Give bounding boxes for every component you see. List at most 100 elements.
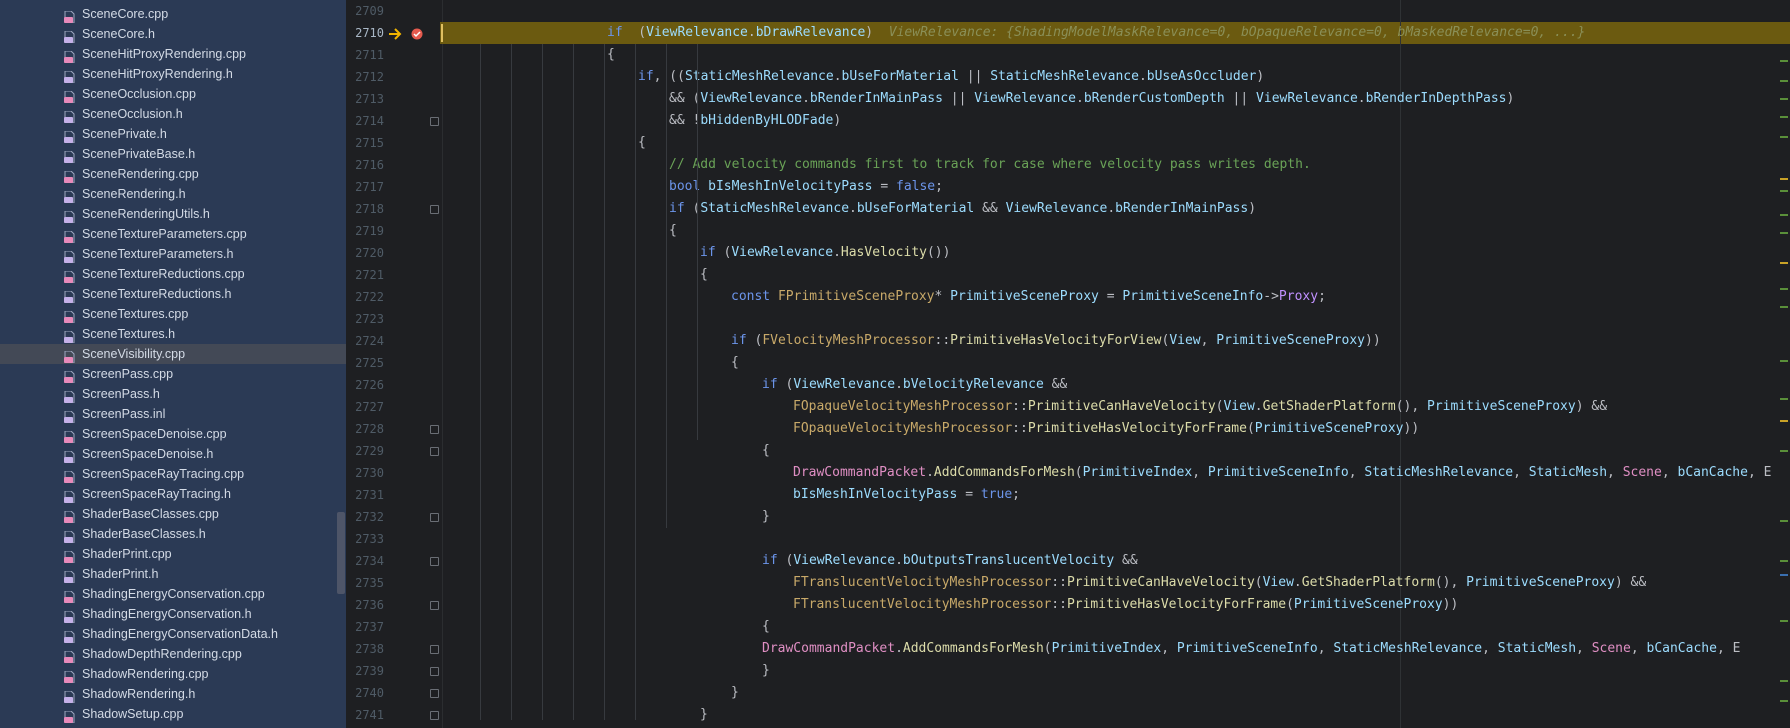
- code-line[interactable]: DrawCommandPacket.AddCommandsForMesh(Pri…: [793, 462, 1771, 484]
- file-item[interactable]: SceneTextures.cpp: [0, 304, 346, 324]
- stripe-marker[interactable]: [1780, 360, 1788, 362]
- code-line[interactable]: FTranslucentVelocityMeshProcessor::Primi…: [793, 572, 1646, 594]
- code-line[interactable]: DrawCommandPacket.AddCommandsForMesh(Pri…: [762, 638, 1740, 660]
- code-line[interactable]: FTranslucentVelocityMeshProcessor::Primi…: [793, 594, 1458, 616]
- stripe-marker[interactable]: [1780, 620, 1788, 622]
- file-item[interactable]: ShaderBaseClasses.h: [0, 524, 346, 544]
- file-item[interactable]: SceneTextureReductions.cpp: [0, 264, 346, 284]
- stripe-marker[interactable]: [1780, 520, 1788, 522]
- code-line[interactable]: }: [700, 704, 708, 726]
- file-item[interactable]: ScreenSpaceRayTracing.h: [0, 484, 346, 504]
- file-item[interactable]: ScenePrivateBase.h: [0, 144, 346, 164]
- file-item[interactable]: SceneCore.h: [0, 24, 346, 44]
- code-line[interactable]: {: [638, 132, 646, 154]
- code-line[interactable]: if (ViewRelevance.bVelocityRelevance &&: [762, 374, 1067, 396]
- code-line[interactable]: const FPrimitiveSceneProxy* PrimitiveSce…: [731, 286, 1326, 308]
- file-item[interactable]: SceneOcclusion.cpp: [0, 84, 346, 104]
- stripe-marker[interactable]: [1780, 398, 1788, 400]
- stripe-marker[interactable]: [1780, 60, 1788, 62]
- code-line[interactable]: // Add velocity commands first to track …: [669, 154, 1311, 176]
- file-item[interactable]: SceneVisibility.cpp: [0, 344, 346, 364]
- code-line[interactable]: if (ViewRelevance.bDrawRelevance) ViewRe…: [607, 22, 1585, 44]
- fold-marker-icon[interactable]: [430, 447, 439, 456]
- code-line[interactable]: {: [700, 264, 708, 286]
- file-item[interactable]: ScreenSpaceDenoise.h: [0, 444, 346, 464]
- file-item[interactable]: ScreenSpaceDenoise.cpp: [0, 424, 346, 444]
- error-stripe[interactable]: [1778, 0, 1790, 728]
- file-item[interactable]: ShadingEnergyConservationData.h: [0, 624, 346, 644]
- file-item[interactable]: ShaderPrint.cpp: [0, 544, 346, 564]
- fold-marker-icon[interactable]: [430, 117, 439, 126]
- fold-marker-icon[interactable]: [430, 689, 439, 698]
- file-item[interactable]: SceneHitProxyRendering.cpp: [0, 44, 346, 64]
- file-item[interactable]: SceneTextures.h: [0, 324, 346, 344]
- stripe-marker[interactable]: [1780, 420, 1788, 422]
- file-item[interactable]: ScenePrivate.h: [0, 124, 346, 144]
- file-item[interactable]: SceneCore.cpp: [0, 4, 346, 24]
- file-item[interactable]: SceneRenderingUtils.h: [0, 204, 346, 224]
- stripe-marker[interactable]: [1780, 116, 1788, 118]
- breakpoint-icon[interactable]: [410, 26, 424, 45]
- code-line[interactable]: bIsMeshInVelocityPass = true;: [793, 484, 1020, 506]
- stripe-marker[interactable]: [1780, 450, 1788, 452]
- code-line[interactable]: FOpaqueVelocityMeshProcessor::PrimitiveH…: [793, 418, 1419, 440]
- stripe-marker[interactable]: [1780, 214, 1788, 216]
- project-file-tree[interactable]: SceneCore.cpp SceneCore.h SceneHitProxyRen…: [0, 0, 346, 728]
- stripe-marker[interactable]: [1780, 306, 1788, 308]
- code-line[interactable]: }: [731, 682, 739, 704]
- file-item[interactable]: ShadowSetup.cpp: [0, 704, 346, 724]
- file-item[interactable]: SceneTextureParameters.h: [0, 244, 346, 264]
- code-line[interactable]: && (ViewRelevance.bRenderInMainPass || V…: [669, 88, 1514, 110]
- stripe-marker[interactable]: [1780, 700, 1788, 702]
- file-item[interactable]: ShadowRendering.h: [0, 684, 346, 704]
- file-item[interactable]: SceneRendering.cpp: [0, 164, 346, 184]
- file-item[interactable]: ScreenSpaceRayTracing.cpp: [0, 464, 346, 484]
- file-item[interactable]: ShadingEnergyConservation.cpp: [0, 584, 346, 604]
- code-line[interactable]: if (StaticMeshRelevance.bUseForMaterial …: [669, 198, 1256, 220]
- fold-marker-icon[interactable]: [430, 667, 439, 676]
- code-line[interactable]: {: [762, 440, 770, 462]
- file-item[interactable]: SceneTextureReductions.h: [0, 284, 346, 304]
- code-line[interactable]: if (FVelocityMeshProcessor::PrimitiveHas…: [731, 330, 1381, 352]
- stripe-marker[interactable]: [1780, 80, 1788, 82]
- code-line[interactable]: {: [731, 352, 739, 374]
- stripe-marker[interactable]: [1780, 98, 1788, 100]
- fold-marker-icon[interactable]: [430, 601, 439, 610]
- file-item[interactable]: ScreenPass.inl: [0, 404, 346, 424]
- file-item[interactable]: ScreenPass.h: [0, 384, 346, 404]
- file-item[interactable]: SceneRendering.h: [0, 184, 346, 204]
- fold-marker-icon[interactable]: [430, 205, 439, 214]
- stripe-marker[interactable]: [1780, 136, 1788, 138]
- stripe-marker[interactable]: [1780, 574, 1788, 576]
- code-editor[interactable]: if (ViewRelevance.bDrawRelevance) ViewRe…: [442, 0, 1790, 728]
- stripe-marker[interactable]: [1780, 680, 1788, 682]
- code-line[interactable]: if (ViewRelevance.bOutputsTranslucentVel…: [762, 550, 1138, 572]
- fold-marker-icon[interactable]: [430, 513, 439, 522]
- code-line[interactable]: }: [762, 506, 770, 528]
- file-item[interactable]: ShadowRendering.cpp: [0, 664, 346, 684]
- file-item[interactable]: SceneOcclusion.h: [0, 104, 346, 124]
- code-line[interactable]: if, ((StaticMeshRelevance.bUseForMateria…: [638, 66, 1264, 88]
- file-item[interactable]: ShadowDepthRendering.cpp: [0, 644, 346, 664]
- code-line[interactable]: {: [607, 44, 615, 66]
- code-line[interactable]: bool bIsMeshInVelocityPass = false;: [669, 176, 943, 198]
- code-line[interactable]: {: [762, 616, 770, 638]
- code-line[interactable]: if (ViewRelevance.HasVelocity()): [700, 242, 950, 264]
- code-line[interactable]: }: [762, 660, 770, 682]
- file-item[interactable]: ShadingEnergyConservation.h: [0, 604, 346, 624]
- fold-marker-icon[interactable]: [430, 557, 439, 566]
- file-item[interactable]: ScreenPass.cpp: [0, 364, 346, 384]
- code-line[interactable]: FOpaqueVelocityMeshProcessor::PrimitiveC…: [793, 396, 1607, 418]
- file-item[interactable]: SceneTextureParameters.cpp: [0, 224, 346, 244]
- stripe-marker[interactable]: [1780, 190, 1788, 192]
- stripe-marker[interactable]: [1780, 232, 1788, 234]
- code-line[interactable]: {: [669, 220, 677, 242]
- stripe-marker[interactable]: [1780, 262, 1788, 264]
- file-item[interactable]: ShaderBaseClasses.cpp: [0, 504, 346, 524]
- stripe-marker[interactable]: [1780, 560, 1788, 562]
- file-item[interactable]: SceneHitProxyRendering.h: [0, 64, 346, 84]
- stripe-marker[interactable]: [1780, 288, 1788, 290]
- file-tree-scrollbar[interactable]: [337, 512, 345, 594]
- stripe-marker[interactable]: [1780, 178, 1788, 180]
- fold-marker-icon[interactable]: [430, 645, 439, 654]
